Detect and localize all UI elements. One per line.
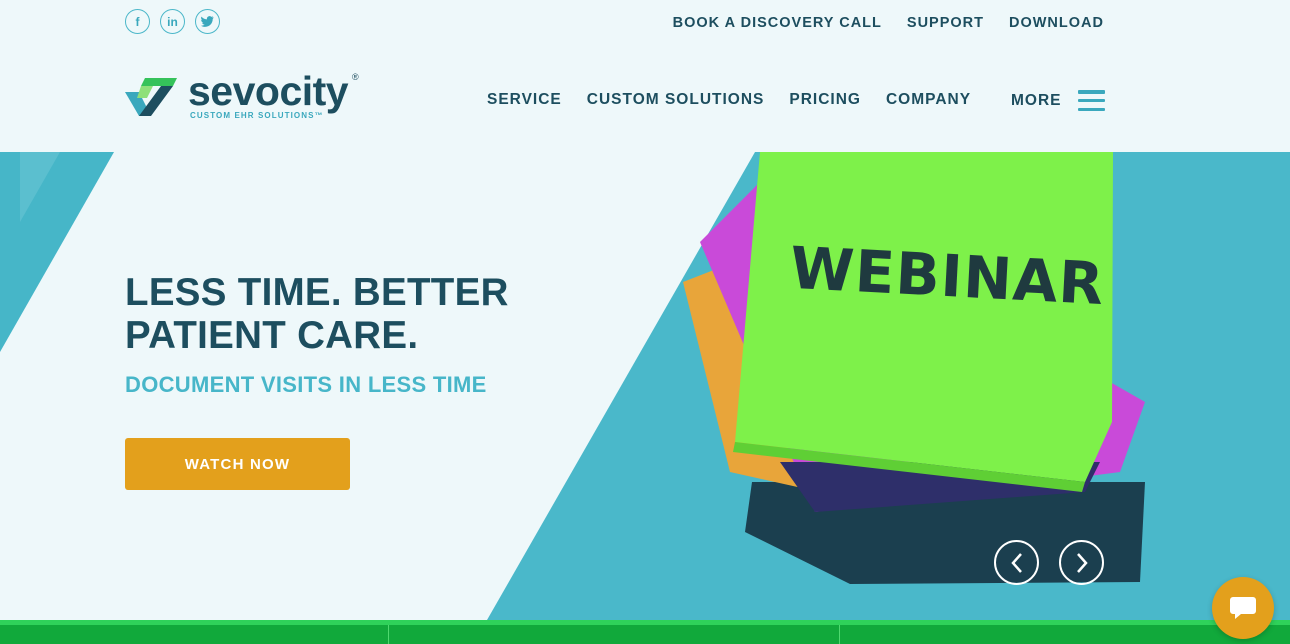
hero-title-line-2: PATIENT CARE. [125, 314, 419, 357]
brand-tagline: CUSTOM EHR SOLUTIONS™ [190, 111, 324, 120]
nav-service[interactable]: SERVICE [487, 91, 562, 109]
chevron-left-icon [1010, 552, 1022, 573]
sevocity-logo[interactable]: sevocity ® CUSTOM EHR SOLUTIONS™ [125, 68, 365, 122]
hamburger-icon [1077, 90, 1105, 111]
download-link[interactable]: DOWNLOAD [1009, 15, 1104, 31]
book-discovery-call-link[interactable]: BOOK A DISCOVERY CALL [673, 15, 882, 31]
hero-title-line-1: LESS TIME. BETTER [125, 271, 509, 314]
carousel-next-button[interactable] [1059, 540, 1104, 585]
chat-widget-button[interactable] [1212, 577, 1274, 639]
support-link[interactable]: SUPPORT [907, 15, 984, 31]
twitter-bird-glyph [201, 16, 214, 27]
band-divider [839, 625, 840, 644]
utility-nav: BOOK A DISCOVERY CALL SUPPORT DOWNLOAD [673, 15, 1104, 31]
hero-title: LESS TIME. BETTER PATIENT CARE. [125, 271, 555, 357]
social-links: f in [125, 9, 220, 34]
band-divider [388, 625, 389, 644]
more-menu-button[interactable]: MORE [1011, 90, 1105, 111]
linkedin-icon[interactable]: in [160, 9, 185, 34]
more-label: MORE [1011, 91, 1062, 109]
chat-bubble-icon [1230, 597, 1256, 619]
nav-company[interactable]: COMPANY [886, 91, 971, 109]
hero-subtitle: DOCUMENT VISITS IN LESS TIME [125, 372, 487, 397]
bottom-green-band [0, 620, 1290, 644]
logo-mark-icon [125, 78, 177, 116]
watch-now-button[interactable]: WATCH NOW [125, 438, 350, 490]
chevron-right-icon [1076, 552, 1088, 573]
nav-custom-solutions[interactable]: CUSTOM SOLUTIONS [587, 91, 765, 109]
facebook-icon[interactable]: f [125, 9, 150, 34]
brand-name: sevocity [188, 68, 349, 114]
carousel-prev-button[interactable] [994, 540, 1039, 585]
registered-mark: ® [352, 72, 359, 82]
nav-pricing[interactable]: PRICING [789, 91, 861, 109]
green-band-highlight [0, 620, 1290, 625]
main-nav: SERVICE CUSTOM SOLUTIONS PRICING COMPANY [487, 91, 971, 109]
twitter-icon[interactable] [195, 9, 220, 34]
hero-banner: WEBINAR LESS TIME. BETTER PATIENT CARE. … [0, 152, 1290, 620]
